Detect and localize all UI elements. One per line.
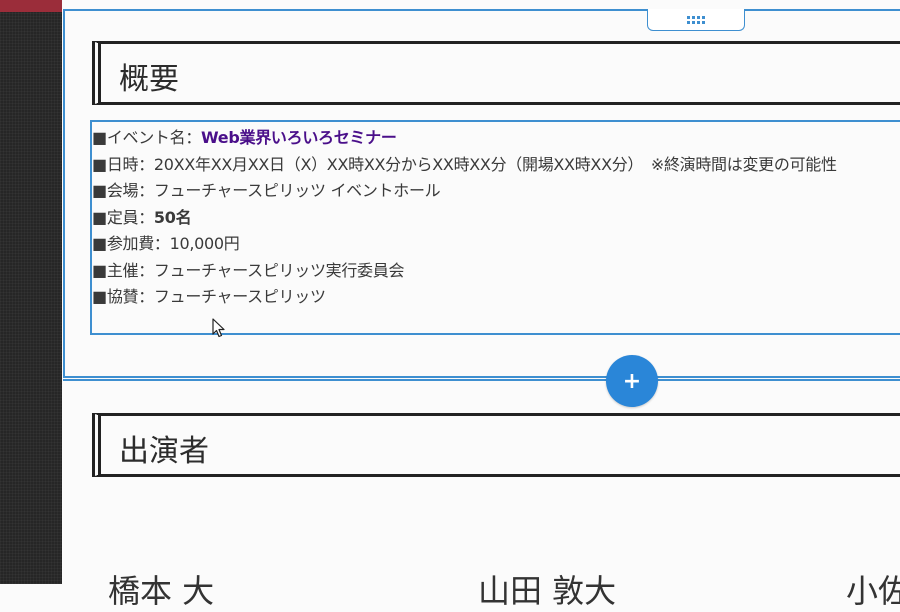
drag-dots-icon [687, 15, 705, 24]
row-label: ■日時：20XX年XX月XX日（X）XX時XX分からXX時XX分（開場XX時XX… [92, 154, 837, 174]
insert-line [63, 379, 900, 381]
row-label: ■協賛：フューチャースピリッツ [92, 287, 326, 306]
row-label: ■会場：フューチャースピリッツ イベントホール [92, 181, 441, 200]
drag-handle[interactable] [647, 9, 745, 31]
overview-heading: 概要 [119, 62, 179, 97]
performer-name: 小佐 [846, 572, 900, 610]
row-label: ■イベント名： [92, 128, 202, 147]
overview-heading-box: 概要 [92, 41, 900, 105]
performers-heading: 出演者 [119, 434, 209, 469]
overview-content-box[interactable]: ■イベント名：Web業界いろいろセミナー ■日時：20XX年XX月XX日（X）X… [90, 120, 900, 335]
row-event-name: ■イベント名：Web業界いろいろセミナー [92, 125, 900, 152]
row-label: ■定員： [92, 207, 154, 227]
plus-icon: + [622, 368, 642, 394]
mouse-cursor-icon [212, 318, 226, 342]
row-capacity: ■定員：50名 [92, 205, 900, 232]
performer-name: 橋本 大 [108, 572, 215, 610]
add-block-button[interactable]: + [606, 355, 658, 407]
row-datetime: ■日時：20XX年XX月XX日（X）XX時XX分からXX時XX分（開場XX時XX… [92, 152, 900, 179]
sidebar-strip [0, 0, 62, 584]
performers-heading-box: 出演者 [92, 413, 900, 477]
row-label: ■参加費：10,000円 [92, 234, 240, 253]
row-label: ■主催：フューチャースピリッツ実行委員会 [92, 260, 405, 280]
sidebar-strip-accent [0, 0, 62, 12]
performer-name: 山田 敦大 [478, 572, 617, 610]
row-sponsor: ■協賛：フューチャースピリッツ [92, 284, 900, 311]
row-fee: ■参加費：10,000円 [92, 231, 900, 258]
event-name-link[interactable]: Web業界いろいろセミナー [201, 128, 397, 147]
row-venue: ■会場：フューチャースピリッツ イベントホール [92, 178, 900, 205]
capacity-value: 50名 [153, 207, 192, 227]
row-organizer: ■主催：フューチャースピリッツ実行委員会 [92, 258, 900, 285]
